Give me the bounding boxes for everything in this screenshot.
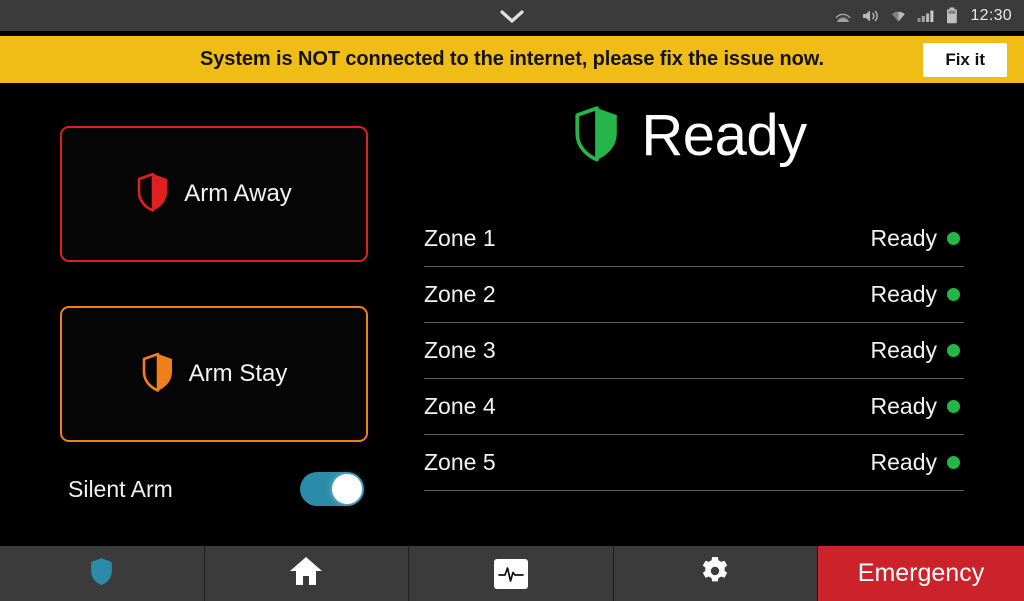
arm-stay-button[interactable]: Arm Stay (60, 306, 368, 442)
status-bar: 12:30 (0, 0, 1024, 31)
status-indicator-dot (947, 400, 960, 413)
security-panel-screen: 12:30 System is NOT connected to the int… (0, 0, 1024, 601)
nav-item-activity[interactable] (409, 546, 614, 601)
zone-status-group: Ready (871, 225, 964, 252)
gear-icon (699, 555, 731, 592)
bottom-navigation: Emergency (0, 546, 1024, 601)
silent-arm-toggle[interactable] (300, 472, 364, 506)
zone-name: Zone 2 (424, 281, 496, 307)
zone-name: Zone 4 (424, 393, 496, 419)
zone-name: Zone 5 (424, 449, 496, 475)
zone-status: Ready (870, 281, 937, 307)
zone-status-group: Ready (871, 337, 964, 364)
home-icon (289, 555, 323, 592)
arm-stay-label: Arm Stay (188, 360, 288, 387)
toggle-knob (332, 474, 362, 504)
status-indicator-dot (947, 456, 960, 469)
silent-arm-label: Silent Arm (68, 475, 173, 502)
nav-item-security[interactable] (0, 546, 205, 601)
table-row[interactable]: Zone 3 Ready (424, 323, 964, 379)
clock-time: 12:30 (970, 6, 1012, 24)
system-status-panel: Ready Zone 1 Ready Zone 2 Ready Zone 3 R… (410, 83, 990, 491)
zone-status: Ready (870, 393, 937, 419)
table-row[interactable]: Zone 1 Ready (424, 211, 964, 267)
cellular-signal-icon (917, 8, 937, 23)
chevron-down-icon[interactable] (498, 7, 526, 25)
zone-name: Zone 1 (424, 225, 496, 251)
arm-away-button[interactable]: Arm Away (60, 126, 368, 262)
table-row[interactable]: Zone 4 Ready (424, 379, 964, 435)
zone-status: Ready (870, 337, 937, 363)
zone-list: Zone 1 Ready Zone 2 Ready Zone 3 Ready Z… (424, 211, 964, 491)
zone-status: Ready (870, 449, 937, 475)
status-indicator-dot (947, 344, 960, 357)
emergency-button[interactable]: Emergency (818, 546, 1024, 601)
silent-arm-row: Silent Arm (60, 472, 368, 506)
banner-message: System is NOT connected to the internet,… (200, 48, 824, 70)
zone-status: Ready (870, 225, 937, 251)
status-indicator-dot (947, 288, 960, 301)
zone-status-group: Ready (871, 393, 964, 420)
battery-icon (946, 7, 958, 24)
table-row[interactable]: Zone 2 Ready (424, 267, 964, 323)
nav-item-settings[interactable] (614, 546, 818, 601)
main-content: Arm Away Arm Stay Silent Arm Ready Zone … (0, 83, 1024, 544)
nav-item-home[interactable] (205, 546, 409, 601)
system-state-header: Ready (410, 105, 990, 167)
status-bar-icons: 12:30 (834, 0, 1012, 31)
connectivity-warning-banner: System is NOT connected to the internet,… (0, 36, 1024, 83)
shield-icon (89, 556, 114, 592)
arm-away-label: Arm Away (184, 180, 292, 207)
status-indicator-dot (947, 232, 960, 245)
arming-controls: Arm Away Arm Stay Silent Arm (60, 83, 370, 506)
volume-icon (861, 8, 880, 24)
shield-icon (141, 352, 175, 397)
zone-status-group: Ready (871, 281, 964, 308)
shield-icon (136, 172, 170, 217)
wifi-icon (889, 8, 908, 23)
zone-name: Zone 3 (424, 337, 496, 363)
system-state-label: Ready (641, 103, 807, 168)
shield-icon (573, 105, 621, 167)
fix-it-button[interactable]: Fix it (923, 42, 1007, 77)
table-row[interactable]: Zone 5 Ready (424, 435, 964, 491)
cast-icon (834, 8, 852, 24)
activity-pulse-icon (493, 558, 528, 589)
zone-status-group: Ready (871, 449, 964, 476)
